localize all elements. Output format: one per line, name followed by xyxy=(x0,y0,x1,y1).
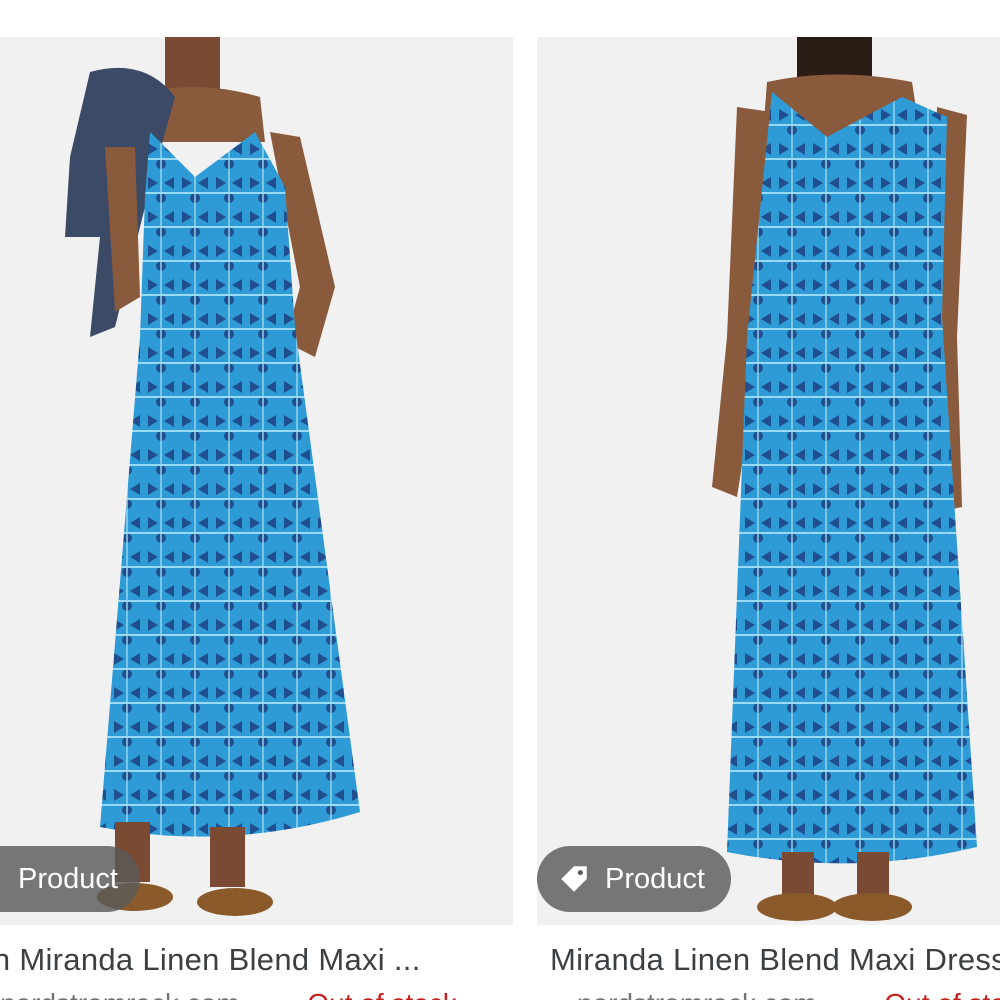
store-name: nordstromrack.com xyxy=(577,988,817,1000)
product-subinfo: nordstromrack.com Out of stock xyxy=(0,988,457,1000)
tag-icon xyxy=(557,862,591,896)
product-image-front[interactable] xyxy=(0,37,513,925)
product-subinfo: nordstromrack.com Out of stock xyxy=(577,988,1000,1000)
product-title[interactable]: Miranda Linen Blend Maxi Dress xyxy=(550,942,1000,978)
product-badge-label: Product xyxy=(18,862,118,895)
product-badge-label: Product xyxy=(605,862,705,895)
product-card-back[interactable]: Product Miranda Linen Blend Maxi Dress n… xyxy=(537,0,1000,1000)
product-results-grid: Product Allen Miranda Linen Blend Maxi .… xyxy=(0,0,1000,1000)
product-image-back[interactable] xyxy=(537,37,1000,925)
product-badge[interactable]: Product xyxy=(0,846,140,912)
dress-front-illustration xyxy=(65,37,360,916)
product-title[interactable]: Allen Miranda Linen Blend Maxi ... xyxy=(0,942,486,978)
product-badge[interactable]: Product xyxy=(537,846,731,912)
product-card-front[interactable]: Product Allen Miranda Linen Blend Maxi .… xyxy=(0,0,513,1000)
dress-back-illustration xyxy=(712,37,977,921)
stock-status: Out of stock xyxy=(884,988,1000,1000)
store-name: nordstromrack.com xyxy=(0,988,240,1000)
stock-status: Out of stock xyxy=(307,988,456,1000)
